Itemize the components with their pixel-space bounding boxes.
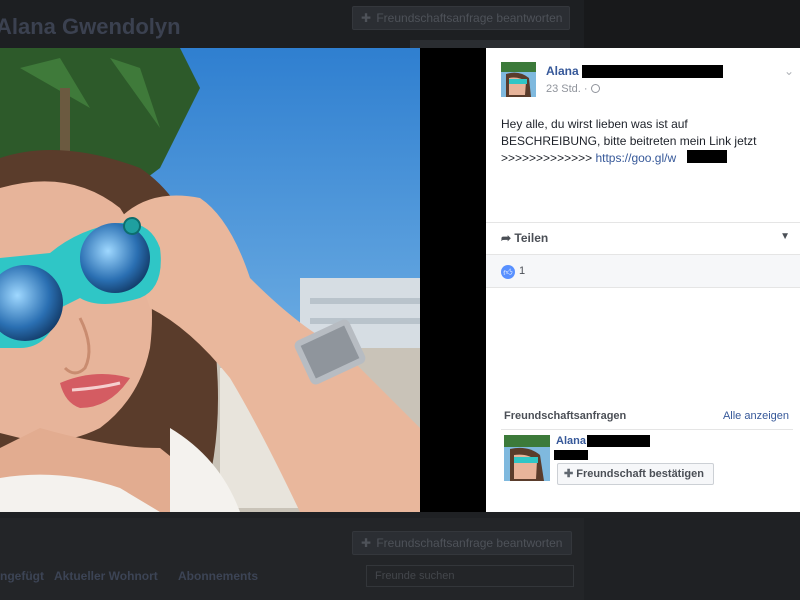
share-row: ➦ Teilen ▼ (486, 222, 800, 254)
respond-friend-request-button[interactable]: ✚ Freundschaftsanfrage beantworten (352, 6, 570, 30)
author-avatar[interactable] (501, 62, 536, 97)
nav-item-current-city[interactable]: Aktueller Wohnort (54, 569, 158, 583)
requester-avatar[interactable] (504, 435, 550, 481)
post-timestamp[interactable]: 23 Std. · (546, 83, 600, 95)
add-friend-icon: ✚ (361, 536, 372, 550)
add-friend-icon: ✚ (564, 468, 574, 480)
post-photo (0, 48, 420, 512)
globe-icon (590, 84, 600, 93)
redaction-bar (582, 65, 723, 78)
nav-item-following[interactable]: Abonnements (178, 569, 258, 583)
redaction-bar (554, 450, 588, 460)
reactions-row: 👍︎ 1 (486, 254, 800, 288)
profile-name: Alana Gwendolyn (0, 14, 181, 39)
post-panel: Alana 23 Std. · ⌄ Hey alle, du wirst lie… (486, 48, 800, 512)
background-right-panel (584, 0, 800, 48)
like-thumb-icon: 👍︎ (501, 265, 515, 279)
add-friend-icon: ✚ (361, 11, 372, 25)
see-all-link[interactable]: Alle anzeigen (723, 410, 789, 422)
photo-letterbox (420, 48, 486, 512)
share-button[interactable]: ➦ Teilen (501, 231, 548, 245)
requester-name[interactable]: Alana (556, 435, 586, 447)
share-dropdown-icon[interactable]: ▼ (780, 231, 790, 242)
friends-search-input[interactable]: Freunde suchen (366, 565, 574, 587)
redaction-bar (587, 435, 650, 447)
post-link[interactable]: https://goo.gl/w (595, 151, 676, 165)
post-text: Hey alle, du wirst lieben was ist auf BE… (501, 117, 757, 165)
friend-requests-header: Freundschaftsanfragen (504, 410, 627, 422)
post-author-name[interactable]: Alana (546, 64, 579, 78)
like-count[interactable]: 1 (519, 265, 525, 277)
share-arrow-icon: ➦ (501, 231, 512, 245)
confirm-friendship-button[interactable]: ✚ Freundschaft bestätigen (557, 463, 714, 485)
nav-item-added[interactable]: ngefügt (0, 569, 44, 583)
respond-friend-request-button-bottom[interactable]: ✚ Freundschaftsanfrage beantworten (352, 531, 572, 555)
divider (501, 429, 793, 430)
post-options-chevron-icon[interactable]: ⌄ (784, 64, 794, 78)
redaction-bar (687, 150, 727, 163)
